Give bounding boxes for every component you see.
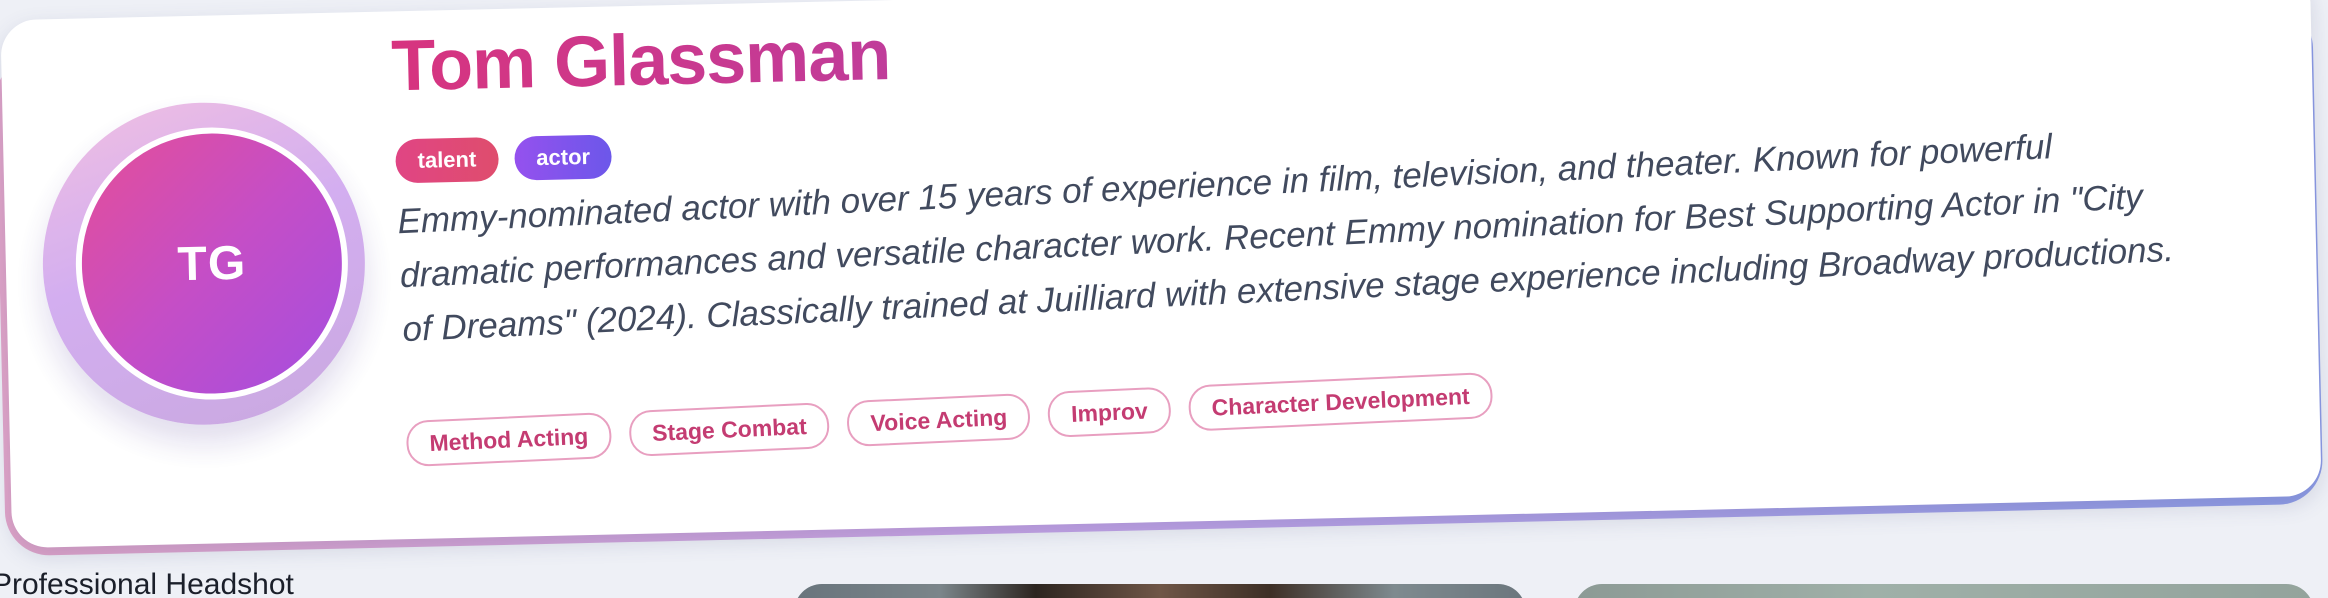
profile-page: TG Tom Glassman talent actor Emmy-nomina… (0, 0, 2328, 598)
skill-tag-stage-combat[interactable]: Stage Combat (628, 401, 831, 458)
avatar-initials: TG (176, 236, 247, 291)
role-tag-actor[interactable]: actor (513, 134, 613, 181)
profile-card: TG Tom Glassman talent actor Emmy-nomina… (0, 0, 2322, 549)
gallery-item-label: Professional Headshot (0, 568, 294, 598)
profile-name: Tom Glassman (390, 15, 892, 107)
skill-tag-improv[interactable]: Improv (1047, 386, 1172, 439)
role-tag-talent[interactable]: talent (395, 137, 499, 184)
gallery-photo-headshot[interactable] (794, 584, 1526, 598)
skill-tag-character-development[interactable]: Character Development (1187, 371, 1494, 432)
profile-bio: Emmy-nominated actor with over 15 years … (396, 110, 2281, 357)
skill-tag-method-acting[interactable]: Method Acting (405, 411, 613, 468)
gallery-photo[interactable] (1574, 584, 2314, 598)
skill-tags: Method Acting Stage Combat Voice Acting … (405, 371, 1494, 468)
role-tags: talent actor (395, 134, 613, 184)
skill-tag-voice-acting[interactable]: Voice Acting (846, 392, 1032, 448)
